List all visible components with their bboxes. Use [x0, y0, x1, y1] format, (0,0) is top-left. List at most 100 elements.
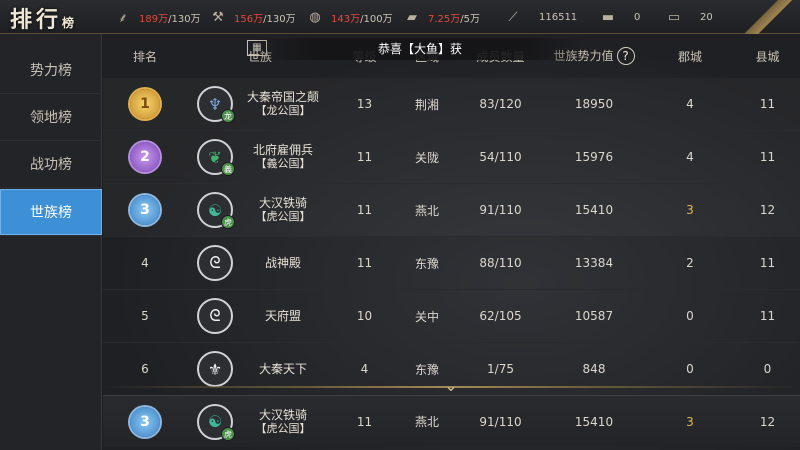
power-cell: 15976 — [574, 150, 614, 164]
emblem-tag: 虎 — [221, 426, 235, 441]
county-cell: 11 — [759, 256, 776, 270]
table-row[interactable]: 2 ❦ 義 北府雇佣兵 【義公国】 11 关陇 54/110 15976 4 11 — [103, 131, 800, 184]
clan-kingdom: 【虎公国】 — [255, 210, 311, 223]
silver-value: 20 — [700, 11, 713, 23]
corner-ornament — [740, 0, 800, 34]
region-cell: 东豫 — [414, 362, 439, 377]
resource-stone[interactable]: ◍ 143万/100万 — [305, 9, 393, 25]
clan-name-text: 北府雇佣兵 — [252, 143, 313, 157]
clan-kingdom: 【義公国】 — [255, 157, 311, 170]
region-cell: 荆湘 — [414, 97, 439, 112]
announcement-banner: 恭喜【大鱼】获 — [255, 38, 585, 60]
swirl-emblem-icon: ᘓ — [197, 298, 233, 334]
resource-copper[interactable]: ⟋ 116511 — [503, 9, 577, 25]
rank-cell: 3 — [103, 195, 187, 225]
table-row[interactable]: 1 ♆ 龙 大秦帝国之颠 【龙公国】 13 荆湘 83/120 18950 4 1… — [103, 78, 800, 131]
tiger-emblem-icon: ☯ 虎 — [197, 403, 235, 441]
tiger-emblem-icon: ☯ 虎 — [197, 192, 235, 229]
wood-current: 156万 — [234, 13, 264, 25]
header-county: 县城 — [755, 49, 780, 64]
dragon-emblem-icon: ♆ 龙 — [197, 86, 235, 123]
emblem-tag: 義 — [221, 162, 235, 176]
clan-cell[interactable]: ᘓ 天府盟 — [187, 298, 333, 334]
level-cell: 13 — [356, 97, 373, 111]
emblem-tag: 龙 — [221, 109, 235, 123]
resource-grain[interactable]: ⸙ 189万/130万 — [113, 9, 201, 26]
iron-max: /5万 — [460, 13, 480, 25]
members-cell: 83/120 — [479, 97, 522, 111]
prefecture-cell: 3 — [686, 203, 694, 217]
table-row[interactable]: 3 ☯ 虎 大汉铁骑 【虎公国】 11 燕北 91/110 15410 3 12 — [103, 184, 800, 237]
level-cell: 10 — [356, 309, 373, 323]
members-cell: 54/110 — [479, 150, 522, 164]
members-cell: 91/110 — [479, 414, 522, 429]
level-cell: 4 — [360, 362, 369, 376]
purple-medal-icon: 2 — [130, 142, 160, 172]
clan-cell[interactable]: ᘓ 战神殿 — [187, 245, 333, 281]
stone-current: 143万 — [331, 13, 361, 25]
resource-silver[interactable]: ▭ 20 — [664, 9, 713, 25]
power-cell: 10587 — [574, 309, 614, 323]
clan-cell[interactable]: ⚜ 大秦天下 — [187, 351, 333, 387]
clan-cell[interactable]: ☯ 虎 大汉铁骑 【虎公国】 — [187, 403, 333, 441]
clan-name-text: 大秦帝国之颠 — [246, 90, 319, 104]
power-cell: 18950 — [574, 97, 614, 111]
rank-cell: 6 — [141, 362, 149, 376]
stone-max: /100万 — [360, 13, 393, 25]
rank-cell: 3 — [103, 406, 187, 437]
region-cell: 关陇 — [414, 150, 439, 165]
help-icon[interactable]: ? — [616, 47, 635, 65]
clan-cell[interactable]: ☯ 虎 大汉铁骑 【虎公国】 — [187, 192, 333, 229]
level-cell: 11 — [356, 203, 373, 217]
members-cell: 62/105 — [479, 309, 522, 323]
serpent-emblem-icon: ❦ 義 — [197, 139, 235, 176]
clan-name-text: 战神殿 — [264, 256, 301, 270]
tab-territory-ranking[interactable]: 领地榜 — [0, 94, 102, 141]
prefecture-cell: 3 — [686, 414, 694, 429]
copper-value: 116511 — [539, 11, 578, 23]
region-cell: 燕北 — [414, 415, 439, 429]
swirl-emblem-icon: ᘓ — [197, 245, 233, 281]
region-cell: 关中 — [414, 309, 439, 324]
tab-power-ranking[interactable]: 势力榜 — [0, 47, 102, 94]
resource-wood[interactable]: ⚒ 156万/130万 — [208, 9, 295, 25]
clan-name-text: 大汉铁骑 — [258, 196, 307, 210]
prefecture-cell: 4 — [686, 150, 694, 164]
clan-name-text: 大汉铁骑 — [258, 407, 307, 422]
gold-value: 0 — [634, 11, 641, 23]
resource-gold[interactable]: ▬ 0 — [598, 9, 641, 25]
chevron-down-icon[interactable]: ⌄ — [437, 378, 465, 394]
table-row[interactable]: 5 ᘓ 天府盟 10 关中 62/105 10587 0 11 — [103, 290, 800, 343]
clan-name: 大秦帝国之颠 【龙公国】 — [233, 90, 333, 118]
clan-kingdom: 【虎公国】 — [255, 421, 311, 435]
grain-max: /130万 — [168, 13, 201, 25]
rank-cell: 1 — [103, 89, 187, 119]
prefecture-cell: 4 — [686, 97, 694, 111]
power-cell: 15410 — [574, 414, 614, 429]
county-cell: 11 — [759, 309, 776, 323]
title-small: 榜 — [62, 16, 75, 30]
clan-cell[interactable]: ❦ 義 北府雇佣兵 【義公国】 — [187, 139, 333, 176]
resource-iron[interactable]: ▰ 7.25万/5万 — [402, 9, 480, 25]
members-cell: 91/110 — [479, 203, 522, 217]
table-row[interactable]: 4 ᘓ 战神殿 11 东豫 88/110 13384 2 11 — [103, 237, 800, 290]
own-clan-row[interactable]: 3 ☯ 虎 大汉铁骑 【虎公国】 11 燕北 91/110 15410 3 12 — [103, 395, 800, 447]
iron-current: 7.25万 — [428, 13, 461, 25]
grain-current: 189万 — [139, 13, 169, 25]
prefecture-cell: 2 — [686, 256, 694, 270]
leaf-emblem-icon: ⚜ — [197, 351, 233, 387]
power-cell: 13384 — [574, 256, 614, 270]
clan-name: 北府雇佣兵 【義公国】 — [233, 143, 333, 171]
level-cell: 11 — [356, 256, 373, 270]
blue-medal-icon: 3 — [130, 406, 160, 437]
copper-icon: ⟋ — [508, 9, 518, 25]
clan-cell[interactable]: ♆ 龙 大秦帝国之颠 【龙公国】 — [187, 86, 333, 123]
county-cell: 11 — [759, 97, 776, 111]
header-prefecture: 郡城 — [677, 49, 702, 64]
clan-name-text: 大秦天下 — [258, 362, 307, 376]
tab-clan-ranking[interactable]: 世族榜 — [0, 189, 102, 236]
rank-cell: 4 — [141, 256, 149, 270]
county-cell: 0 — [763, 362, 772, 376]
county-cell: 12 — [759, 414, 776, 429]
tab-merit-ranking[interactable]: 战功榜 — [0, 141, 102, 188]
